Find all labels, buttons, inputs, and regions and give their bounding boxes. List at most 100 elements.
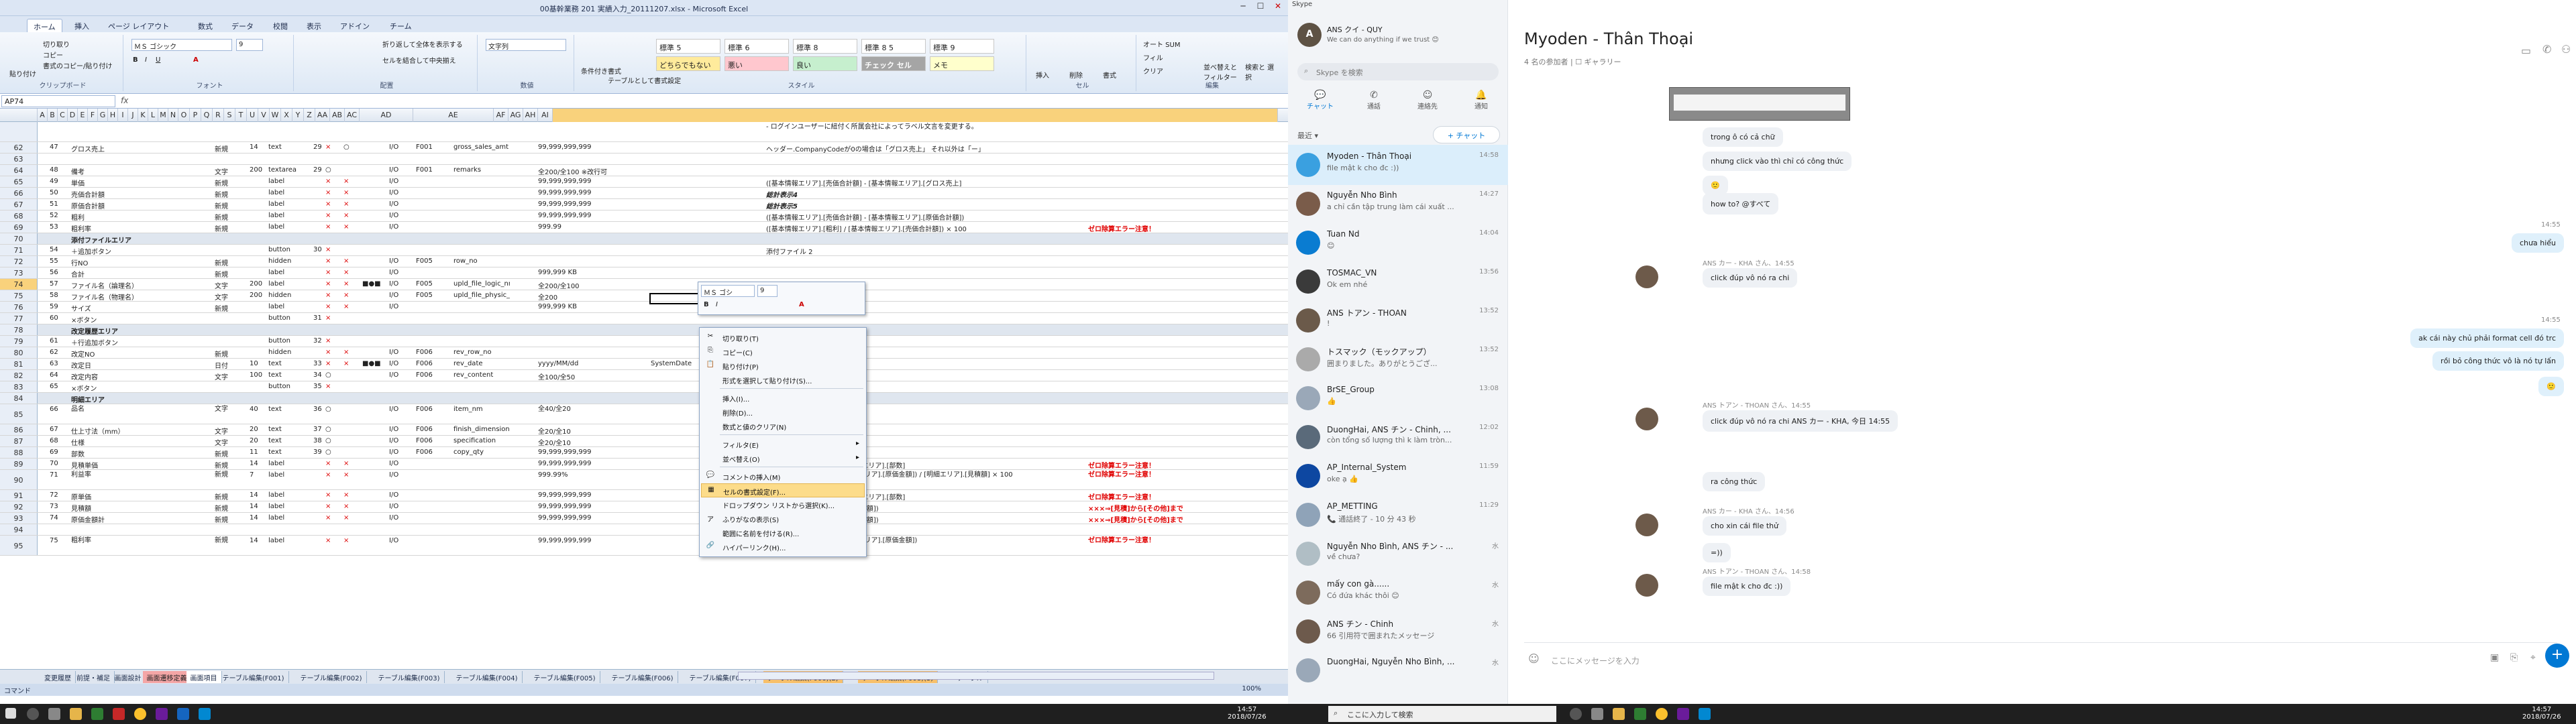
message-bubble[interactable]: ak cái này chủ phải format cell đó trc — [2410, 328, 2564, 348]
message-bubble[interactable]: cho xin cái file thử — [1703, 516, 1787, 536]
copy-button[interactable]: コピー — [43, 50, 63, 60]
row-number[interactable]: 63 — [0, 154, 38, 164]
row-number[interactable]: 84 — [0, 393, 38, 404]
context-menu-item[interactable]: 💬 コメントの挿入(M) — [701, 469, 865, 483]
delete-cells-button[interactable]: 削除 — [1069, 70, 1083, 80]
message-bubble[interactable]: nhưng click vào thì chỉ có công thức — [1703, 152, 1852, 171]
row-number[interactable]: 89 — [0, 459, 38, 469]
sheet-tab[interactable]: 画面遷移定義 — [142, 671, 192, 683]
row-number[interactable]: 64 — [0, 165, 38, 176]
row-number[interactable]: 71 — [0, 245, 38, 255]
row-number[interactable]: 77 — [0, 313, 38, 324]
find-select-button[interactable]: 検索と 選択 — [1245, 62, 1279, 82]
tab-4[interactable]: データ — [225, 19, 260, 32]
context-menu-item[interactable]: ドロップダウン リストから選択(K)... — [701, 497, 865, 511]
cell-style-0[interactable]: 標準 5 — [656, 39, 720, 54]
fx-icon[interactable]: fx — [121, 96, 128, 105]
zoom-level[interactable]: 100% — [1242, 685, 1261, 692]
message-bubble[interactable]: 🙂 — [2538, 377, 2564, 396]
recent-filter[interactable]: 最近 ▾ — [1297, 130, 1318, 141]
column-header[interactable]: T — [235, 109, 247, 122]
column-header[interactable]: AD — [360, 109, 413, 122]
fill-button[interactable]: フィル — [1143, 52, 1163, 62]
row-number[interactable]: 70 — [0, 233, 38, 244]
app-icon-1[interactable] — [113, 708, 125, 720]
context-menu-item[interactable]: 📋 貼り付け(P) — [701, 359, 865, 373]
wrap-text-button[interactable]: 折り返して全体を表示する — [382, 39, 463, 49]
call-icon[interactable]: ✆ — [2542, 43, 2551, 56]
conversation-item[interactable]: mấy con gà...... Có đứa khác thôi 😊 水 — [1288, 572, 1508, 613]
row-number[interactable]: 93 — [0, 513, 38, 524]
minimize-button[interactable]: ─ — [1234, 1, 1252, 13]
sheet-tab[interactable]: テーブル編集(F004) — [452, 671, 523, 683]
column-header[interactable]: Q — [201, 109, 213, 122]
chat-subtitle[interactable]: 4 名の参加者 | ☐ ギャラリー — [1524, 56, 1621, 67]
sheet-tab[interactable]: テーブル編集(F001) — [219, 671, 289, 683]
conversation-item[interactable]: Nguyễn Nho Bình, ANS チン - ... về chưa? 水 — [1288, 534, 1508, 574]
message-bubble[interactable]: ra công thức — [1703, 472, 1766, 491]
row-number[interactable]: 95 — [0, 536, 38, 555]
row-number[interactable]: 74 — [0, 279, 38, 290]
clear-button[interactable]: クリア — [1143, 66, 1163, 76]
conditional-format-button[interactable]: 条件付き書式 — [581, 66, 621, 76]
conversation-item[interactable]: BrSE_Group 👍 13:08 — [1288, 378, 1508, 418]
message-bubble[interactable]: rồi bỏ công thức vô là nó tự lấn — [2432, 351, 2564, 371]
row-number[interactable]: 86 — [0, 424, 38, 435]
message-bubble[interactable]: click đúp vô nó ra chi ANS カー - KHA, 今日 … — [1703, 410, 1898, 432]
row-number[interactable]: 91 — [0, 490, 38, 501]
cortana-icon[interactable] — [27, 708, 39, 720]
sort-filter-button[interactable]: 並べ替えと フィルター — [1203, 62, 1240, 82]
number-format-dropdown[interactable]: 文字列 — [486, 39, 566, 51]
visual-studio-icon[interactable] — [156, 708, 168, 720]
conversation-item[interactable]: AP_METTING 📞 通話終了 - 10 分 43 秒 11:29 — [1288, 495, 1508, 535]
column-header[interactable]: U — [247, 109, 258, 122]
cell-style-5[interactable]: どちらでもない — [656, 56, 720, 71]
context-menu-item[interactable]: ア ふりがなの表示(S) — [701, 511, 865, 526]
row-number[interactable]: 65 — [0, 176, 38, 187]
insert-cells-button[interactable]: 挿入 — [1036, 70, 1049, 80]
mini-bold-button[interactable]: B — [704, 301, 709, 308]
column-header[interactable]: K — [138, 109, 148, 122]
cell-style-9[interactable]: メモ — [930, 56, 994, 71]
conversation-item[interactable]: TOSMAC_VN Ok em nhé 13:56 — [1288, 261, 1508, 302]
sheet-tab[interactable]: テーブル編集(F002) — [297, 671, 367, 683]
column-header[interactable]: B — [48, 109, 58, 122]
profile-avatar[interactable]: A — [1297, 23, 1322, 47]
conversation-item[interactable]: ANS トアン - THOAN! 13:52 — [1288, 300, 1508, 341]
message-bubble[interactable]: click đúp vô nó ra chi — [1703, 268, 1798, 288]
cell-style-1[interactable]: 標準 6 — [724, 39, 789, 54]
column-header[interactable]: Z — [304, 109, 315, 122]
column-header[interactable]: R — [213, 109, 224, 122]
row-number[interactable]: 78 — [0, 324, 38, 335]
column-header[interactable]: A — [38, 109, 48, 122]
column-header[interactable]: F — [88, 109, 98, 122]
sheet-tab[interactable]: テーブル編集(F003) — [374, 671, 445, 683]
underline-button[interactable]: U — [156, 56, 160, 64]
message-bubble[interactable]: chưa hiểu — [2512, 233, 2564, 253]
paste-button[interactable]: 貼り付け — [9, 68, 36, 78]
tab-8[interactable]: チーム — [384, 19, 418, 32]
cell-style-7[interactable]: 良い — [793, 56, 857, 71]
row-number[interactable]: 67 — [0, 199, 38, 210]
context-menu-item[interactable]: ⎘ コピー(C) — [701, 345, 865, 359]
row-number[interactable]: 80 — [0, 347, 38, 358]
name-box[interactable]: AP74 — [1, 95, 115, 107]
visual-studio-icon[interactable] — [1677, 708, 1689, 720]
chrome-icon[interactable] — [1656, 708, 1668, 720]
row-number[interactable]: 94 — [0, 524, 38, 535]
column-header[interactable]: S — [224, 109, 235, 122]
sheet-tab[interactable]: 前提・補足 — [72, 671, 115, 683]
video-call-icon[interactable]: ▭ — [2521, 44, 2531, 57]
conversation-item[interactable]: Nguyễn Nho Bình a chỉ cần tập trung làm c… — [1288, 184, 1508, 224]
excel-taskbar-icon[interactable] — [91, 708, 103, 720]
mini-italic-button[interactable]: I — [716, 301, 718, 308]
message-bubble[interactable]: =)) — [1703, 543, 1731, 562]
conversation-item[interactable]: DuongHai, ANS チン - Chinh, ... còn tổng số… — [1288, 417, 1508, 457]
row-number[interactable]: 76 — [0, 302, 38, 312]
add-button[interactable]: + — [2545, 644, 2569, 668]
column-header[interactable]: J — [128, 109, 138, 122]
column-header[interactable]: I — [118, 109, 128, 122]
column-header[interactable]: O — [178, 109, 190, 122]
conversation-item[interactable]: Myoden - Thân Thoại file mật k cho đc :))… — [1288, 145, 1508, 185]
context-menu-item[interactable]: 並べ替え(O) ▸ — [701, 451, 865, 465]
